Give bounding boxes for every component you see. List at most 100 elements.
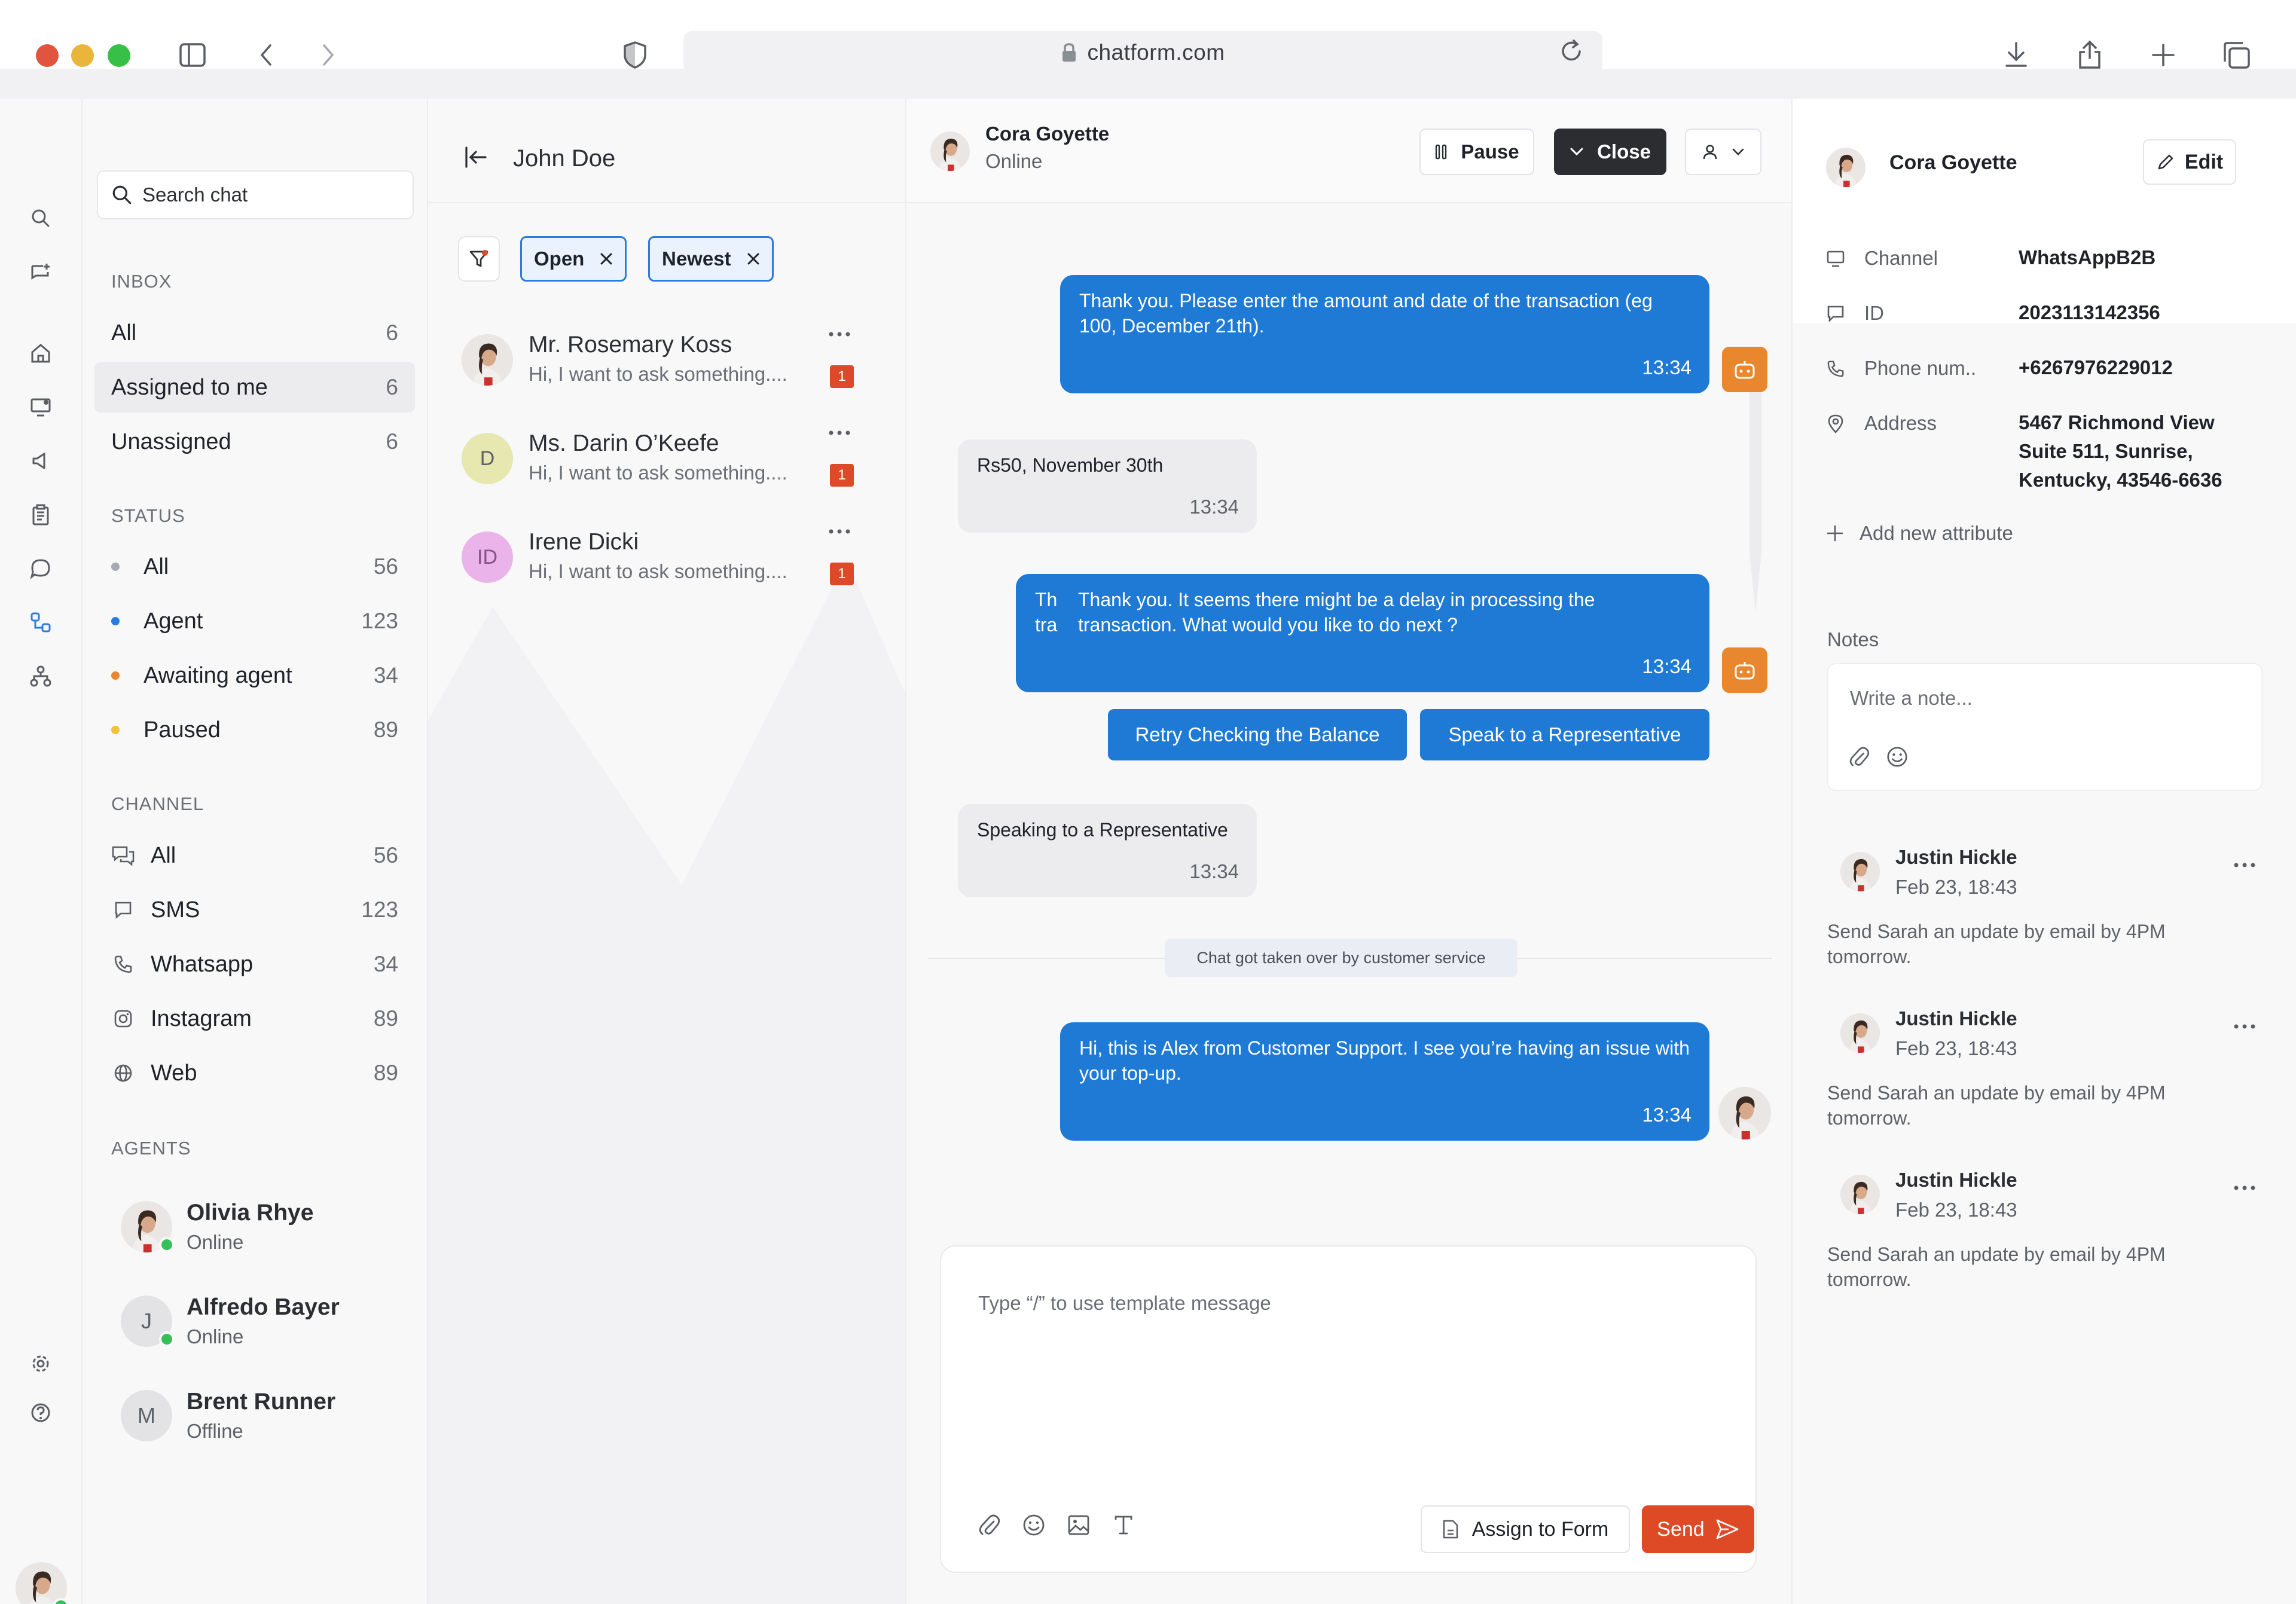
emoji-icon[interactable] — [1883, 743, 1911, 771]
more-horizontal-icon[interactable] — [828, 429, 851, 436]
send-button[interactable]: Send — [1642, 1505, 1754, 1553]
bot-icon — [1722, 647, 1767, 693]
status-item-awaiting-agent[interactable]: Awaiting agent 34 — [94, 650, 415, 701]
close-icon[interactable] — [747, 252, 760, 265]
channel-item-count: 123 — [361, 897, 398, 922]
pause-button[interactable]: Pause — [1419, 129, 1534, 175]
more-horizontal-icon[interactable] — [828, 331, 851, 338]
status-dot — [111, 617, 120, 625]
agent-name: Alfredo Bayer — [187, 1294, 340, 1320]
conversation-item[interactable]: D Ms. Darin O’Keefe Hi, I want to ask so… — [462, 424, 880, 496]
search-icon[interactable] — [28, 205, 54, 231]
url-text: chatform.com — [1087, 40, 1225, 65]
channel-item-web[interactable]: Web 89 — [94, 1048, 415, 1098]
monitor-icon[interactable] — [28, 394, 54, 420]
emoji-icon[interactable] — [1019, 1511, 1048, 1539]
filter-button[interactable] — [458, 236, 500, 282]
note-text: Send Sarah an update by email by 4PM tom… — [1827, 921, 2166, 967]
agent-status: Online — [187, 1231, 244, 1253]
filter-chip-newest[interactable]: Newest — [648, 236, 774, 282]
sidebar-toggle-icon[interactable] — [176, 38, 209, 72]
close-icon[interactable] — [600, 252, 613, 265]
conversation-list: John Doe Open Newest Mr. Rosemary Koss H… — [428, 99, 906, 1604]
image-icon[interactable] — [1064, 1511, 1093, 1539]
window-zoom-button[interactable] — [108, 44, 130, 67]
message-bubble-outgoing: Hi, this is Alex from Customer Support. … — [1060, 1022, 1709, 1141]
filter-chip-open[interactable]: Open — [520, 236, 627, 282]
home-icon[interactable] — [28, 340, 54, 366]
more-horizontal-icon[interactable] — [2233, 861, 2257, 869]
settings-icon[interactable] — [28, 1351, 54, 1377]
conversation-item[interactable]: Mr. Rosemary Koss Hi, I want to ask some… — [462, 326, 880, 398]
more-horizontal-icon[interactable] — [2233, 1184, 2257, 1191]
status-item-agent[interactable]: Agent 123 — [94, 596, 415, 646]
chat-bubble-icon[interactable] — [28, 555, 54, 582]
flow-icon[interactable] — [28, 609, 54, 636]
new-tab-icon[interactable] — [2147, 38, 2180, 72]
agent-item[interactable]: Olivia Rhye Online — [121, 1194, 408, 1260]
attribute-row: ID 2023113142356 — [1825, 301, 2279, 327]
contact-avatar: D — [462, 433, 513, 484]
user-avatar[interactable] — [16, 1562, 69, 1604]
inbox-sidebar: Search chat INBOX All 6 Assigned to me 6… — [83, 99, 428, 1604]
help-icon[interactable] — [28, 1400, 54, 1426]
inbox-item-unassigned[interactable]: Unassigned 6 — [94, 417, 415, 467]
inbox-item-assigned-to-me[interactable]: Assigned to me 6 — [94, 362, 415, 413]
attachment-icon[interactable] — [975, 1511, 1003, 1539]
close-chat-button[interactable]: Close — [1554, 129, 1666, 175]
reload-icon[interactable] — [1557, 37, 1586, 66]
status-item-paused[interactable]: Paused 89 — [94, 705, 415, 755]
add-attribute-button[interactable]: Add new attribute — [1826, 522, 2013, 545]
note-author: Justin Hickle — [1895, 1007, 2017, 1029]
forward-arrow-icon[interactable] — [311, 38, 344, 72]
quick-reply-button[interactable]: Retry Checking the Balance — [1108, 709, 1407, 760]
more-horizontal-icon[interactable] — [828, 528, 851, 535]
conversation-list-header: John Doe — [428, 99, 905, 203]
phone-icon — [1825, 358, 1846, 380]
attribute-key: ID — [1864, 302, 1884, 324]
more-horizontal-icon[interactable] — [2233, 1023, 2257, 1030]
message-time: 13:34 — [1642, 356, 1692, 378]
assign-to-form-button[interactable]: Assign to Form — [1421, 1505, 1630, 1553]
search-chat-input[interactable]: Search chat — [97, 170, 414, 219]
window-close-button[interactable] — [36, 44, 59, 67]
tabs-overview-icon[interactable] — [2219, 38, 2253, 72]
address-bar[interactable]: chatform.com — [683, 31, 1602, 74]
attachment-icon[interactable] — [1845, 743, 1873, 771]
assign-agent-button[interactable] — [1685, 129, 1761, 175]
attribute-row: Channel WhatsAppB2B — [1825, 246, 2279, 272]
org-chart-icon[interactable] — [28, 663, 54, 689]
agent-item[interactable]: M Brent Runner Offline — [121, 1383, 408, 1449]
download-icon[interactable] — [1999, 38, 2033, 72]
channel-item-sms[interactable]: SMS 123 — [94, 885, 415, 935]
edit-contact-button[interactable]: Edit — [2143, 139, 2236, 185]
message-composer[interactable]: Type “/” to use template message Assign … — [940, 1245, 1757, 1573]
channel-item-all[interactable]: All 56 — [94, 830, 415, 881]
megaphone-icon[interactable] — [28, 448, 54, 474]
status-item-label: Awaiting agent — [144, 662, 292, 688]
back-arrow-icon[interactable] — [250, 38, 283, 72]
icon-rail — [0, 99, 83, 1604]
channel-item-whatsapp[interactable]: Whatsapp 34 — [94, 939, 415, 989]
inbox-item-all[interactable]: All 6 — [94, 308, 415, 358]
message-preview: Hi, I want to ask something.... — [529, 363, 787, 385]
inbox-heading: INBOX — [111, 271, 172, 292]
chat-add-icon[interactable] — [28, 260, 54, 286]
window-minimize-button[interactable] — [71, 44, 94, 67]
share-icon[interactable] — [2073, 38, 2106, 72]
text-format-icon[interactable] — [1109, 1511, 1138, 1539]
channel-item-label: SMS — [151, 897, 200, 922]
message-overlap-text: Th tra — [1035, 589, 1058, 636]
quick-reply-button[interactable]: Speak to a Representative — [1420, 709, 1709, 760]
agent-avatar: J — [121, 1296, 175, 1347]
shield-icon[interactable] — [618, 38, 652, 72]
status-item-all[interactable]: All 56 — [94, 542, 415, 592]
conversation-item[interactable]: ID Irene Dicki Hi, I want to ask somethi… — [462, 523, 880, 595]
chats-icon — [111, 844, 135, 867]
sms-icon — [111, 898, 135, 922]
channel-item-instagram[interactable]: Instagram 89 — [94, 994, 415, 1044]
note-input[interactable]: Write a note... — [1827, 663, 2263, 791]
collapse-left-icon[interactable] — [464, 145, 488, 169]
agent-item[interactable]: J Alfredo Bayer Online — [121, 1288, 408, 1354]
clipboard-icon[interactable] — [28, 502, 54, 528]
